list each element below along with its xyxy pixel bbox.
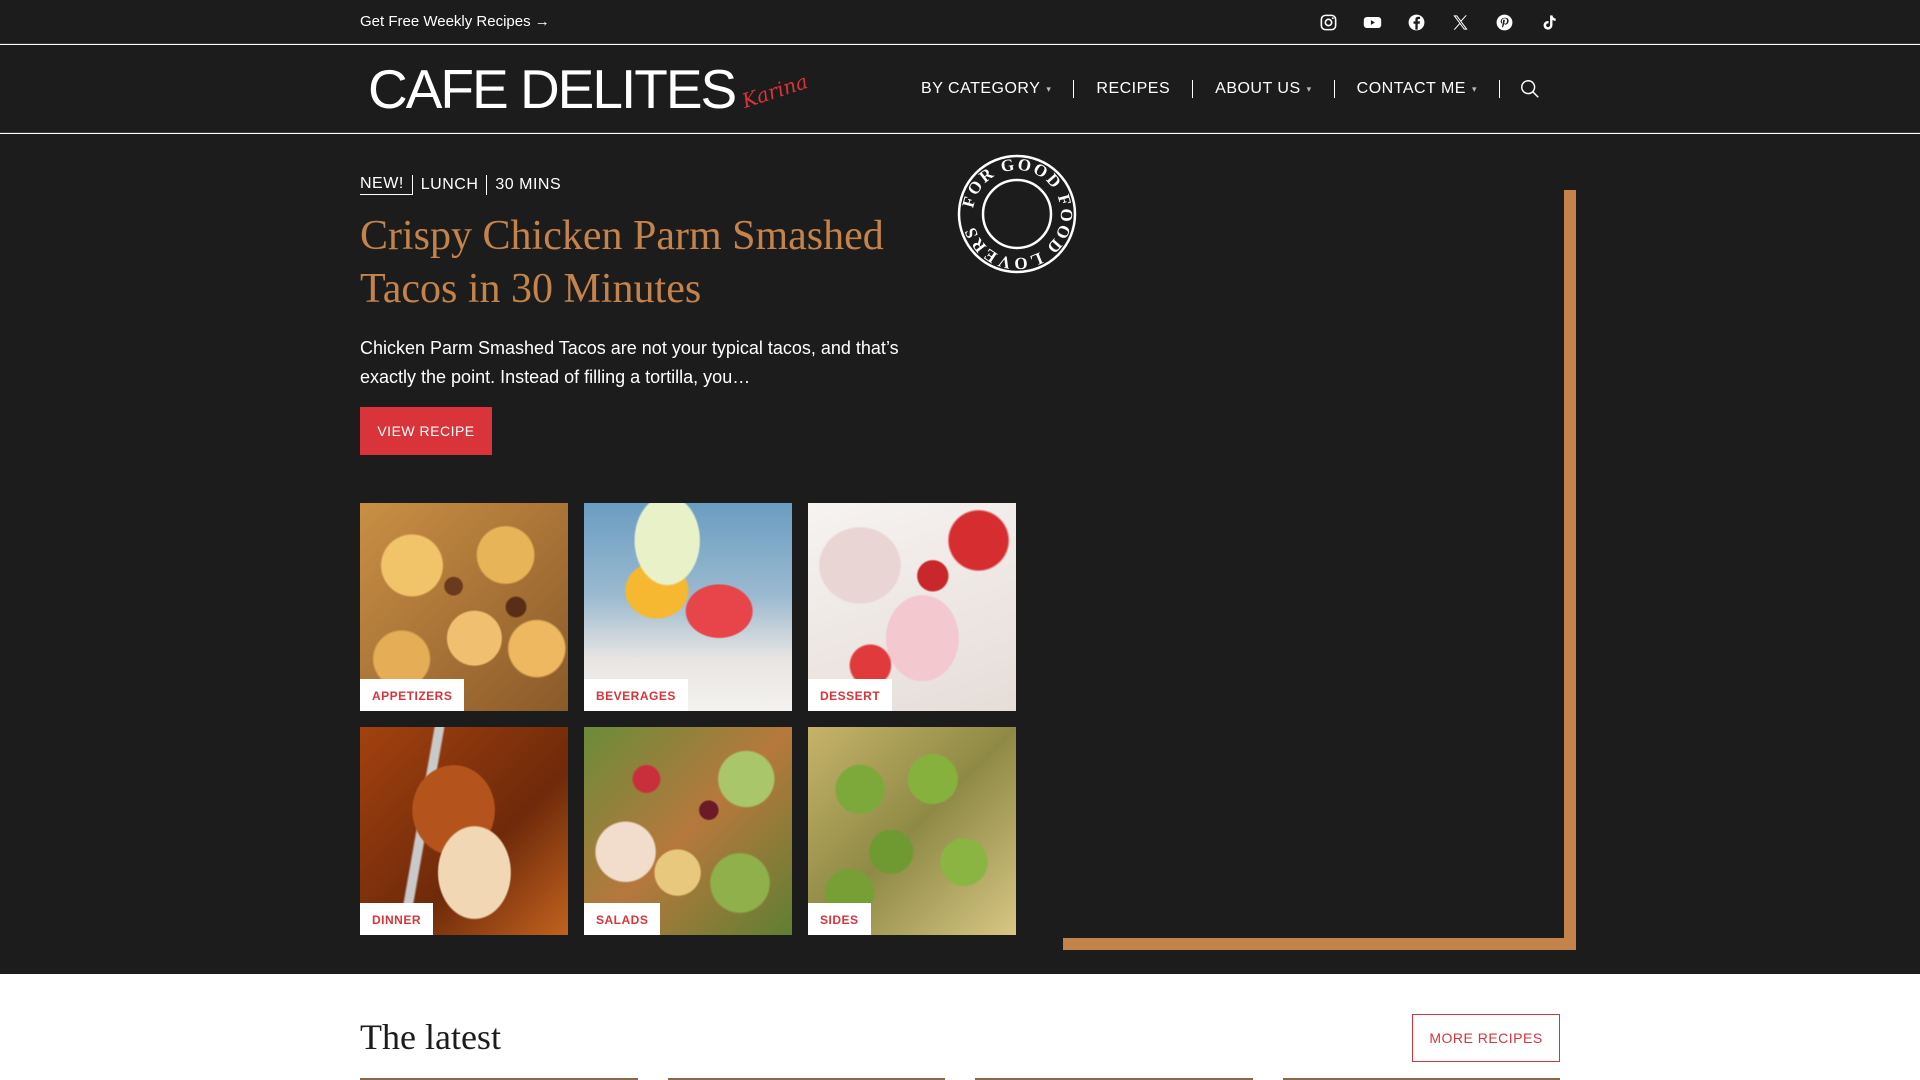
site-header: CAFE DELITES Karina BY CATEGORY ▾ RECIPE… xyxy=(0,45,1920,133)
search-icon xyxy=(1521,80,1539,98)
pinterest-icon[interactable] xyxy=(1492,10,1516,34)
food-lovers-badge: FOR GOOD FOOD LOVERS xyxy=(957,155,1077,273)
category-tile-dinner[interactable]: DINNER xyxy=(360,727,568,935)
category-tile-appetizers[interactable]: APPETIZERS xyxy=(360,503,568,711)
tiktok-icon[interactable] xyxy=(1536,10,1560,34)
nav-label: CONTACT ME xyxy=(1356,80,1466,97)
tag-category[interactable]: LUNCH xyxy=(411,174,487,195)
top-bar: Get Free Weekly Recipes → xyxy=(0,0,1920,44)
logo-signature: Karina xyxy=(739,69,811,113)
recipe-tags: NEW! LUNCH 30 MINS xyxy=(360,174,569,195)
nav-by-category[interactable]: BY CATEGORY ▾ xyxy=(899,80,1075,98)
chevron-down-icon: ▾ xyxy=(1471,83,1477,94)
social-links xyxy=(1316,10,1560,34)
nav-contact-me[interactable]: CONTACT ME ▾ xyxy=(1335,80,1500,98)
x-icon[interactable] xyxy=(1448,10,1472,34)
more-recipes-button[interactable]: MORE RECIPES xyxy=(1412,1014,1560,1062)
youtube-icon[interactable] xyxy=(1360,10,1384,34)
chevron-down-icon: ▾ xyxy=(1046,83,1052,94)
site-logo[interactable]: CAFE DELITES Karina xyxy=(368,58,811,120)
main-nav: BY CATEGORY ▾ RECIPES ABOUT US ▾ CONTACT… xyxy=(899,78,1560,100)
category-tile-dessert[interactable]: DESSERT xyxy=(808,503,1016,711)
facebook-icon[interactable] xyxy=(1404,10,1428,34)
category-label: BEVERAGES xyxy=(584,679,688,711)
category-label: APPETIZERS xyxy=(360,679,465,711)
latest-heading: The latest xyxy=(360,1017,501,1057)
latest-section: The latest MORE RECIPES xyxy=(0,974,1920,1080)
tag-new: NEW! xyxy=(360,174,412,195)
hero-image-frame xyxy=(1063,190,1576,950)
chevron-down-icon: ▾ xyxy=(1306,83,1312,94)
search-button[interactable] xyxy=(1500,78,1560,100)
featured-recipe-title[interactable]: Crispy Chicken Parm Smashed Tacos in 30 … xyxy=(360,210,920,316)
nav-label: RECIPES xyxy=(1096,80,1171,97)
view-recipe-button[interactable]: VIEW RECIPE xyxy=(360,407,492,455)
category-tile-beverages[interactable]: BEVERAGES xyxy=(584,503,792,711)
category-tile-sides[interactable]: SIDES xyxy=(808,727,1016,935)
logo-wordmark: CAFE DELITES xyxy=(368,58,737,120)
nav-label: BY CATEGORY xyxy=(921,80,1041,97)
category-label: DINNER xyxy=(360,903,434,935)
category-label: SALADS xyxy=(584,903,661,935)
nav-about-us[interactable]: ABOUT US ▾ xyxy=(1193,80,1335,98)
tag-time: 30 MINS xyxy=(486,174,569,195)
featured-recipe-description: Chicken Parm Smashed Tacos are not your … xyxy=(360,338,899,387)
category-grid: APPETIZERS BEVERAGES DESSERT DINNER SALA… xyxy=(360,503,1016,935)
weekly-recipes-link[interactable]: Get Free Weekly Recipes → xyxy=(360,13,550,30)
instagram-icon[interactable] xyxy=(1316,10,1340,34)
category-tile-salads[interactable]: SALADS xyxy=(584,727,792,935)
nav-label: ABOUT US xyxy=(1215,80,1301,97)
category-label: SIDES xyxy=(808,903,871,935)
nav-recipes[interactable]: RECIPES xyxy=(1074,80,1194,98)
category-label: DESSERT xyxy=(808,679,893,711)
hero-section: NEW! LUNCH 30 MINS Crispy Chicken Parm S… xyxy=(0,134,1920,974)
